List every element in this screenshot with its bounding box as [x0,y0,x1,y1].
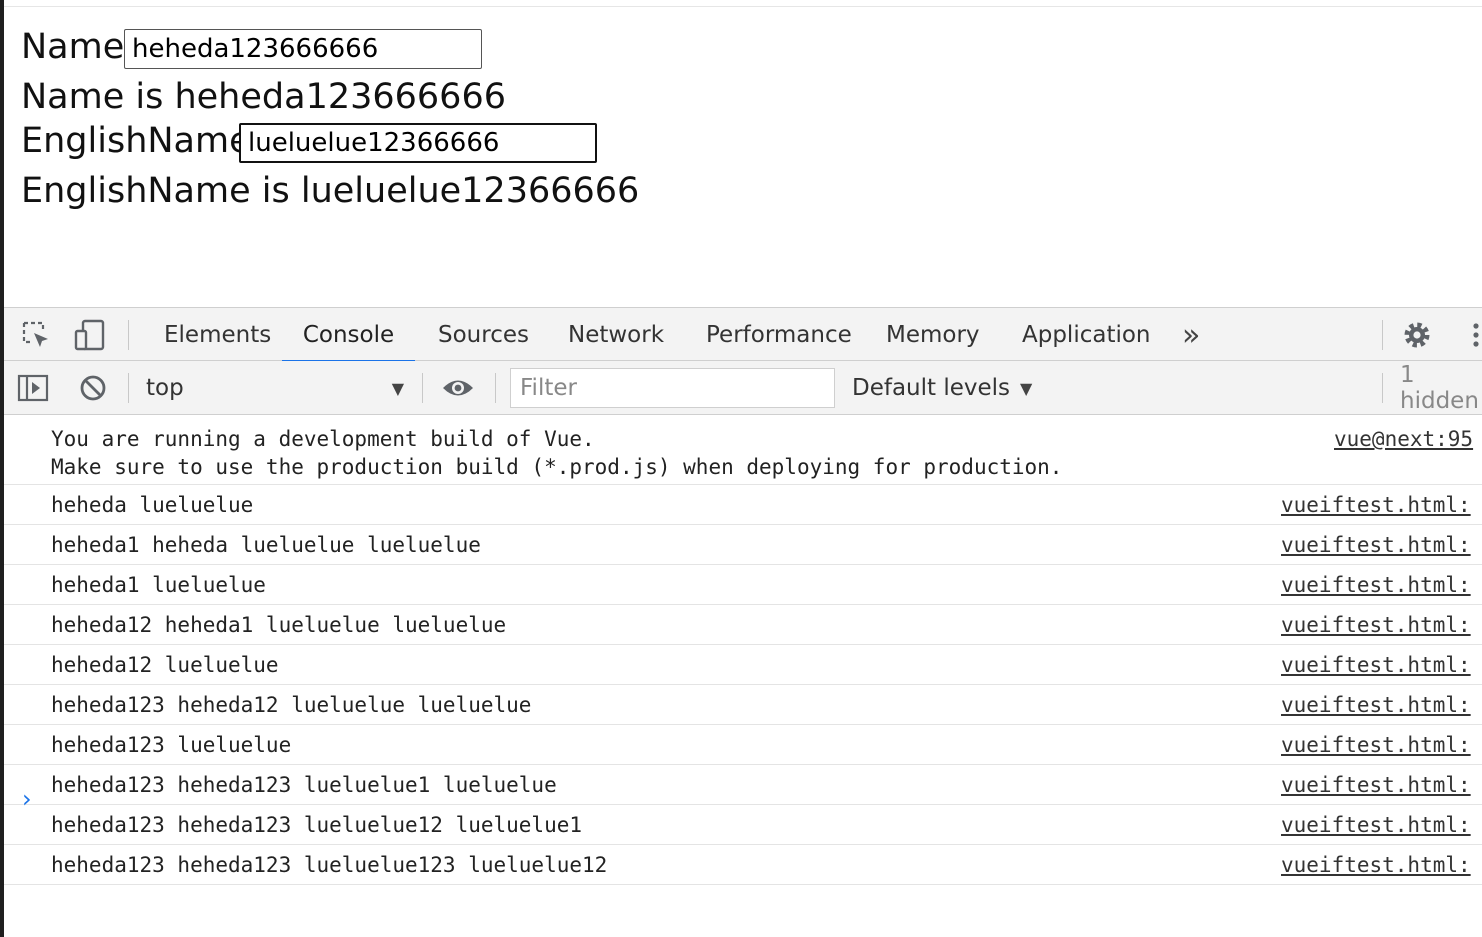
dropdown-arrow-icon: ▼ [391,378,404,398]
console-message: heheda lueluelue vueiftest.html: [4,485,1482,525]
english-name-display: EnglishName is lueluelue12366666 [21,171,640,211]
message-source-link[interactable]: vueiftest.html: [1281,811,1471,839]
message-text: heheda123 heheda123 lueluelue123 lueluel… [51,853,608,877]
console-sidebar-icon[interactable] [16,372,50,404]
message-text: heheda123 heheda123 lueluelue12 lueluelu… [51,813,583,837]
live-expression-icon[interactable] [440,372,476,404]
message-source-link[interactable]: vueiftest.html: [1281,731,1471,759]
console-toolbar: top ▼ Default levels ▼ 1 hidden [4,361,1482,415]
tab-sources[interactable]: Sources [438,308,529,362]
console-message: heheda1 heheda lueluelue lueluelue vueif… [4,525,1482,565]
name-display: Name is heheda123666666 [21,77,506,117]
prompt-chevron-icon: › [22,785,32,813]
more-tabs-button[interactable]: » [1182,308,1200,362]
devtools-panel: Elements Console Sources Network Perform… [4,307,1482,937]
message-text: heheda1 lueluelue [51,573,266,597]
tab-network[interactable]: Network [568,308,664,362]
console-message: heheda123 lueluelue vueiftest.html: [4,725,1482,765]
message-source-link[interactable]: vueiftest.html: [1281,531,1471,559]
log-levels-dropdown[interactable]: Default levels ▼ [852,361,1032,415]
context-selector[interactable]: top ▼ [146,361,408,415]
devtools-tab-bar: Elements Console Sources Network Perform… [4,307,1482,363]
toolbar-separator [128,373,129,403]
console-message: heheda123 heheda12 lueluelue lueluelue v… [4,685,1482,725]
english-name-label: EnglishName: [21,121,263,161]
console-messages: You are running a development build of V… [4,415,1482,885]
console-message: You are running a development build of V… [4,415,1482,485]
message-text: heheda lueluelue [51,493,254,517]
toolbar-separator [1382,373,1383,403]
message-text: You are running a development build of V… [51,427,1063,479]
console-message: heheda1 lueluelue vueiftest.html: [4,565,1482,605]
message-text: heheda123 lueluelue [51,733,292,757]
rendered-page: Name: Name is heheda123666666 EnglishNam… [4,7,1482,307]
message-source-link[interactable]: vueiftest.html: [1281,651,1471,679]
filter-input[interactable] [510,368,835,408]
toolbar-separator [495,373,496,403]
tab-performance[interactable]: Performance [706,308,852,362]
message-text: heheda12 heheda1 lueluelue lueluelue [51,613,507,637]
tab-elements[interactable]: Elements [164,308,271,362]
console-message: heheda12 lueluelue vueiftest.html: [4,645,1482,685]
kebab-menu-icon[interactable] [1466,318,1482,352]
tab-bar-separator [1382,320,1383,350]
message-source-link[interactable]: vueiftest.html: [1281,491,1471,519]
clear-console-icon[interactable] [76,372,110,404]
message-source-link[interactable]: vueiftest.html: [1281,771,1471,799]
tab-memory[interactable]: Memory [886,308,980,362]
console-prompt[interactable]: › [22,785,32,813]
english-name-input[interactable] [239,123,597,163]
message-text: heheda1 heheda lueluelue lueluelue [51,533,481,557]
message-text: heheda123 heheda12 lueluelue lueluelue [51,693,532,717]
message-source-link[interactable]: vueiftest.html: [1281,691,1471,719]
console-message: heheda123 heheda123 lueluelue12 lueluelu… [4,805,1482,845]
message-source-link[interactable]: vueiftest.html: [1281,851,1471,879]
dropdown-arrow-icon: ▼ [1020,378,1033,398]
hidden-count[interactable]: 1 hidden [1400,361,1482,415]
message-text: heheda123 heheda123 lueluelue1 lueluelue [51,773,557,797]
message-text: heheda12 lueluelue [51,653,279,677]
tab-console[interactable]: Console [282,308,415,363]
console-message: heheda12 heheda1 lueluelue lueluelue vue… [4,605,1482,645]
message-source-link[interactable]: vueiftest.html: [1281,611,1471,639]
name-label: Name: [21,27,137,67]
message-source-link[interactable]: vueiftest.html: [1281,571,1471,599]
device-toolbar-icon[interactable] [72,317,108,353]
tab-application[interactable]: Application [1022,308,1151,362]
tab-bar-separator [128,320,129,350]
inspect-element-icon[interactable] [18,317,54,353]
message-source-link[interactable]: vue@next:95 [1334,425,1473,453]
gear-icon[interactable] [1400,318,1434,352]
name-input[interactable] [124,29,482,69]
console-message: heheda123 heheda123 lueluelue123 lueluel… [4,845,1482,885]
console-message: heheda123 heheda123 lueluelue1 lueluelue… [4,765,1482,805]
toolbar-separator [422,373,423,403]
